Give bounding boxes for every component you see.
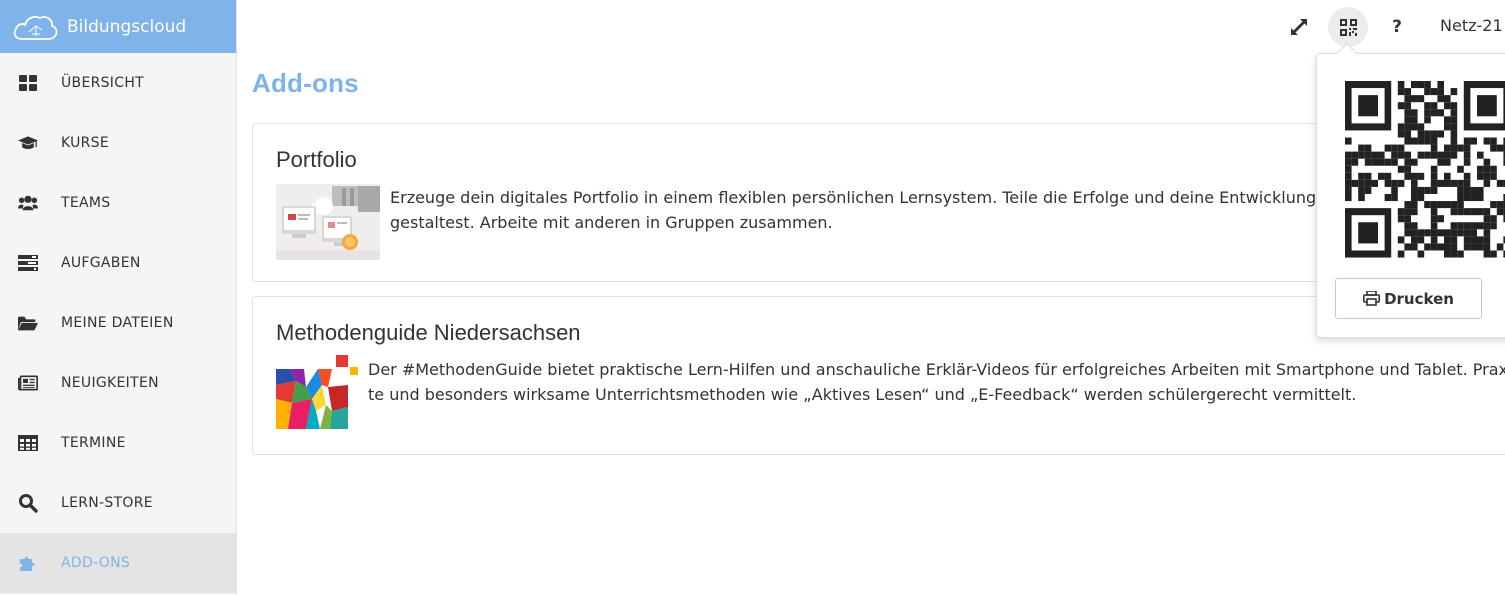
- sidebar-item-label: ADD-ONS: [61, 555, 131, 571]
- sidebar-item-label: NEUIGKEITEN: [61, 375, 159, 391]
- addon-title[interactable]: Portfolio: [276, 147, 357, 173]
- sidebar-item-termine[interactable]: TERMINE: [0, 413, 236, 473]
- tasks-icon: [18, 253, 38, 273]
- addon-description-line: Erzeuge dein digitales Portfolio in eine…: [390, 188, 1357, 207]
- printer-icon: [1363, 291, 1381, 306]
- print-button-label: Drucken: [1384, 289, 1454, 308]
- qrcode-image: [1345, 81, 1505, 258]
- dashboard-icon: [18, 73, 38, 93]
- fullscreen-button[interactable]: [1279, 7, 1319, 47]
- graduation-cap-icon: [18, 133, 38, 153]
- folder-open-icon: [18, 313, 38, 333]
- expand-icon: [1291, 19, 1307, 35]
- brand-header[interactable]: Bildungscloud: [0, 0, 236, 53]
- print-button[interactable]: Drucken: [1335, 278, 1482, 319]
- sidebar-item-uebersicht[interactable]: ÜBERSICHT: [0, 53, 236, 113]
- sidebar-item-meine-dateien[interactable]: MEINE DATEIEN: [0, 293, 236, 353]
- qrcode-icon: [1339, 18, 1357, 36]
- sidebar: Bildungscloud ÜBERSICHT KURSE TEAMS AUFG…: [0, 0, 237, 595]
- sidebar-item-label: KURSE: [61, 135, 110, 151]
- addon-description: Erzeuge dein digitales Portfolio in eine…: [390, 185, 1356, 235]
- portfolio-illustration: [276, 184, 380, 260]
- addon-description: Der #MethodenGuide bietet praktische Ler…: [368, 357, 1505, 407]
- sidebar-item-label: TEAMS: [61, 195, 111, 211]
- search-icon: [18, 493, 38, 513]
- addon-description-line: Der #MethodenGuide bietet praktische Ler…: [368, 360, 1505, 379]
- sidebar-item-lern-store[interactable]: LERN-STORE: [0, 473, 236, 533]
- sidebar-item-label: TERMINE: [61, 435, 126, 451]
- sidebar-item-kurse[interactable]: KURSE: [0, 113, 236, 173]
- qrcode-button[interactable]: [1328, 7, 1368, 47]
- top-bar: ? Netz-21: [237, 0, 1505, 53]
- sidebar-item-aufgaben[interactable]: AUFGABEN: [0, 233, 236, 293]
- help-icon: ?: [1392, 17, 1402, 37]
- sidebar-item-label: ÜBERSICHT: [61, 75, 144, 91]
- sidebar-item-teams[interactable]: TEAMS: [0, 173, 236, 233]
- addon-title[interactable]: Methodenguide Niedersachsen: [276, 320, 581, 346]
- sidebar-item-neuigkeiten[interactable]: NEUIGKEITEN: [0, 353, 236, 413]
- sidebar-item-label: AUFGABEN: [61, 255, 141, 271]
- sidebar-item-add-ons[interactable]: ADD-ONS: [0, 533, 236, 593]
- sidebar-item-label: LERN-STORE: [61, 495, 153, 511]
- sidebar-item-label: MEINE DATEIEN: [61, 315, 174, 331]
- cloud-logo-icon: [13, 15, 58, 40]
- addon-description-line: te und besonders wirksame Unterrichtsmet…: [368, 385, 1357, 404]
- puzzle-icon: [18, 553, 38, 573]
- qrcode-popover: Drucken: [1316, 43, 1505, 338]
- newspaper-icon: [18, 373, 38, 393]
- addon-description-line: gestaltest. Arbeite mit anderen in Grupp…: [390, 213, 833, 232]
- school-name[interactable]: Netz-21: [1440, 16, 1503, 35]
- page-title: Add-ons: [252, 68, 359, 98]
- users-icon: [18, 193, 38, 213]
- help-button[interactable]: ?: [1377, 7, 1417, 47]
- brand-name: Bildungscloud: [67, 16, 187, 37]
- calendar-table-icon: [18, 433, 38, 453]
- methodenguide-logo: [276, 355, 360, 433]
